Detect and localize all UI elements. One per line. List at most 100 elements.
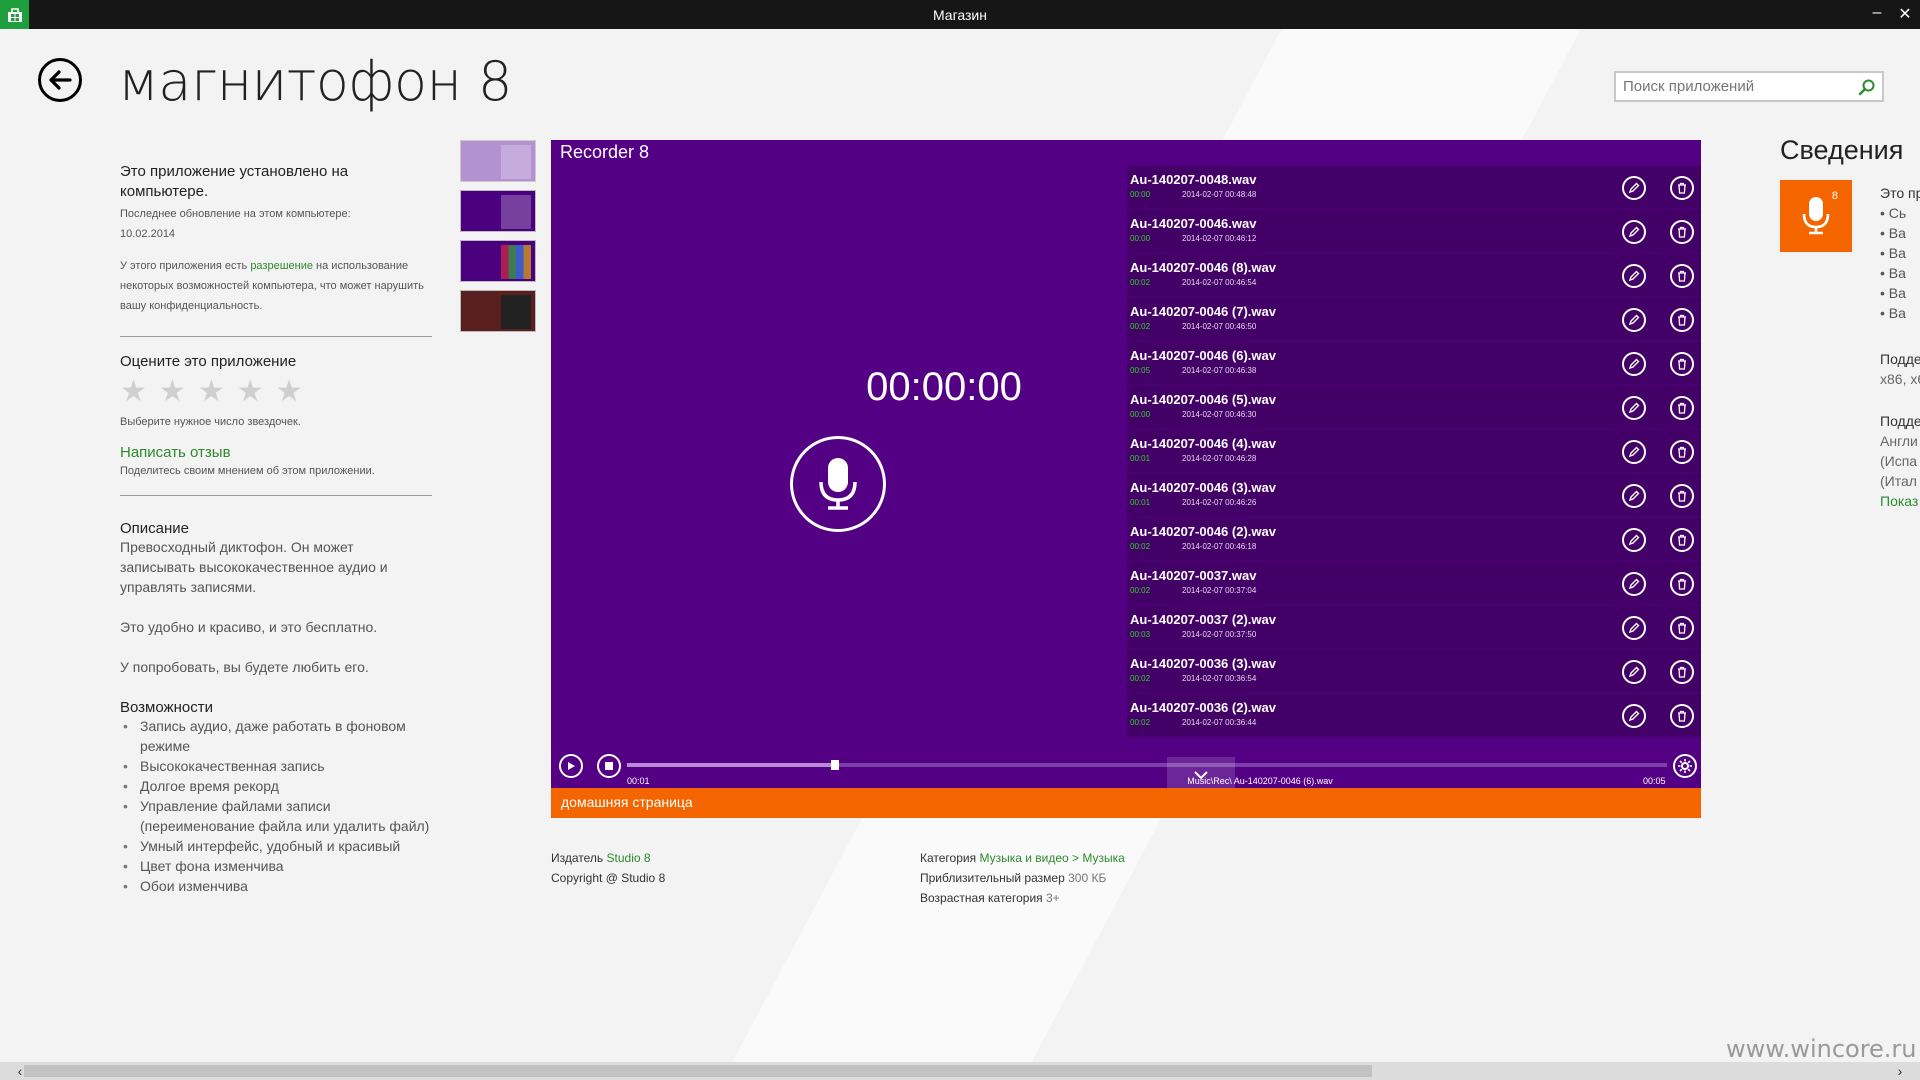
playback-progress-handle[interactable] — [831, 760, 839, 770]
recording-row[interactable]: Au-140207-0046 (7).wav 00:02 2014-02-07 00… — [1127, 298, 1701, 342]
screenshot-thumbnail-4[interactable] — [460, 290, 536, 332]
recording-row[interactable]: Au-140207-0046 (8).wav 00:02 2014-02-07 00… — [1127, 254, 1701, 298]
delete-button[interactable] — [1670, 616, 1694, 640]
record-button[interactable] — [790, 436, 886, 532]
category-label: Категория — [920, 851, 977, 865]
recording-date: 2014-02-07 00:46:54 — [1182, 278, 1257, 287]
recording-duration: 00:02 — [1130, 718, 1151, 727]
horizontal-scrollbar[interactable]: ‹ › — [0, 1062, 1920, 1080]
rename-button[interactable] — [1622, 704, 1646, 728]
scrollbar-thumb[interactable] — [24, 1065, 1372, 1077]
trash-icon — [1678, 490, 1686, 502]
rename-button[interactable] — [1622, 440, 1646, 464]
rename-button[interactable] — [1622, 572, 1646, 596]
title-bar: Магазин – ✕ — [0, 0, 1920, 29]
recording-row[interactable]: Au-140207-0037 (2).wav 00:03 2014-02-07 00… — [1127, 606, 1701, 650]
star-2[interactable]: ★ — [159, 376, 186, 408]
recording-row[interactable]: Au-140207-0046 (4).wav 00:01 2014-02-07 00… — [1127, 430, 1701, 474]
star-4[interactable]: ★ — [237, 376, 264, 408]
publisher-link[interactable]: Studio 8 — [607, 851, 651, 865]
screenshot-thumbnail-3[interactable] — [460, 240, 536, 282]
recording-name: Au-140207-0046 (5).wav — [1130, 392, 1276, 407]
delete-button[interactable] — [1670, 264, 1694, 288]
recording-row[interactable]: Au-140207-0046.wav 00:00 2014-02-07 00:46:… — [1127, 210, 1701, 254]
app-tile-version: 8 — [1831, 190, 1838, 202]
description-paragraph: Превосходный диктофон. Он может записыва… — [120, 539, 388, 595]
rename-button[interactable] — [1622, 308, 1646, 332]
permission-link[interactable]: разрешение — [250, 260, 313, 272]
recording-row[interactable]: Au-140207-0037.wav 00:02 2014-02-07 00:37:… — [1127, 562, 1701, 606]
recording-row[interactable]: Au-140207-0036 (2).wav 00:02 2014-02-07 00… — [1127, 694, 1701, 738]
rename-button[interactable] — [1622, 660, 1646, 684]
show-more-link[interactable]: Показ — [1880, 491, 1920, 511]
close-button[interactable]: ✕ — [1894, 4, 1916, 24]
trash-icon — [1678, 358, 1686, 370]
delete-button[interactable] — [1670, 220, 1694, 244]
rating-stars[interactable]: ★ ★ ★ ★ ★ — [120, 376, 432, 408]
thumbnail-list-preview — [501, 145, 531, 179]
star-5[interactable]: ★ — [276, 376, 303, 408]
recording-row[interactable]: Au-140207-0046 (2).wav 00:02 2014-02-07 00… — [1127, 518, 1701, 562]
delete-button[interactable] — [1670, 660, 1694, 684]
scroll-right-arrow[interactable]: › — [1890, 1062, 1910, 1080]
delete-button[interactable] — [1670, 528, 1694, 552]
playback-bar: 00:01 Music\Rec\ Au-140207-0046 (6).wav … — [551, 746, 1701, 793]
delete-button[interactable] — [1670, 396, 1694, 420]
delete-button[interactable] — [1670, 440, 1694, 464]
write-review-link[interactable]: Написать отзыв — [120, 444, 432, 461]
playback-file-path: Music\Rec\ Au-140207-0046 (6).wav — [1187, 776, 1333, 786]
rename-button[interactable] — [1622, 528, 1646, 552]
star-3[interactable]: ★ — [198, 376, 225, 408]
delete-button[interactable] — [1670, 484, 1694, 508]
rating-hint: Выберите нужное число звездочек. — [120, 416, 301, 428]
star-1[interactable]: ★ — [120, 376, 147, 408]
rename-button[interactable] — [1622, 176, 1646, 200]
play-button[interactable] — [559, 754, 583, 778]
screenshot-thumbnail-2[interactable] — [460, 190, 536, 232]
recording-duration: 00:01 — [1130, 454, 1151, 463]
recording-row[interactable]: Au-140207-0046 (5).wav 00:00 2014-02-07 00… — [1127, 386, 1701, 430]
search-icon[interactable] — [1858, 78, 1876, 101]
recording-row[interactable]: Au-140207-0046 (3).wav 00:01 2014-02-07 00… — [1127, 474, 1701, 518]
home-page-link[interactable]: домашняя страница — [551, 788, 1701, 818]
recording-date: 2014-02-07 00:46:30 — [1182, 410, 1257, 419]
delete-button[interactable] — [1670, 352, 1694, 376]
stop-button[interactable] — [597, 754, 621, 778]
search-box[interactable] — [1614, 71, 1884, 102]
back-button[interactable] — [38, 58, 82, 102]
rename-button[interactable] — [1622, 616, 1646, 640]
delete-button[interactable] — [1670, 176, 1694, 200]
category-main-link[interactable]: Музыка и видео — [979, 851, 1068, 865]
minimize-button[interactable]: – — [1866, 4, 1888, 22]
feature-item: Высококачественная запись — [120, 756, 432, 776]
search-input[interactable] — [1616, 73, 1846, 100]
recording-row[interactable]: Au-140207-0036 (3).wav 00:02 2014-02-07 00… — [1127, 650, 1701, 694]
screenshot-thumbnail-1[interactable] — [460, 140, 536, 182]
rename-button[interactable] — [1622, 264, 1646, 288]
recording-date: 2014-02-07 00:46:12 — [1182, 234, 1257, 243]
category-sub-link[interactable]: Музыка — [1082, 851, 1124, 865]
description-paragraph: У попробовать, вы будете любить его. — [120, 659, 369, 675]
feature-item: Цвет фона изменчива — [120, 856, 432, 876]
settings-button[interactable] — [1673, 754, 1697, 778]
recording-row[interactable]: Au-140207-0048.wav 00:00 2014-02-07 00:48:… — [1127, 166, 1701, 210]
delete-button[interactable] — [1670, 572, 1694, 596]
permission-pre: У этого приложения есть — [120, 260, 248, 272]
publisher-info: Издатель Studio 8 Copyright @ Studio 8 — [551, 848, 665, 888]
category-info: Категория Музыка и видео > Музыка Прибли… — [920, 848, 1125, 908]
pencil-icon — [1628, 666, 1640, 678]
trash-icon — [1678, 314, 1686, 326]
category-separator: > — [1072, 851, 1080, 865]
rename-button[interactable] — [1622, 484, 1646, 508]
trash-icon — [1678, 402, 1686, 414]
playback-progress-track[interactable] — [627, 757, 1667, 793]
thumbnail-color-preview — [501, 245, 531, 279]
rename-button[interactable] — [1622, 220, 1646, 244]
delete-button[interactable] — [1670, 308, 1694, 332]
recording-row[interactable]: Au-140207-0046 (6).wav 00:05 2014-02-07 00… — [1127, 342, 1701, 386]
recorder-timer: 00:00:00 — [866, 365, 1022, 409]
rename-button[interactable] — [1622, 396, 1646, 420]
languages-title: Подде — [1880, 413, 1920, 429]
rename-button[interactable] — [1622, 352, 1646, 376]
delete-button[interactable] — [1670, 704, 1694, 728]
